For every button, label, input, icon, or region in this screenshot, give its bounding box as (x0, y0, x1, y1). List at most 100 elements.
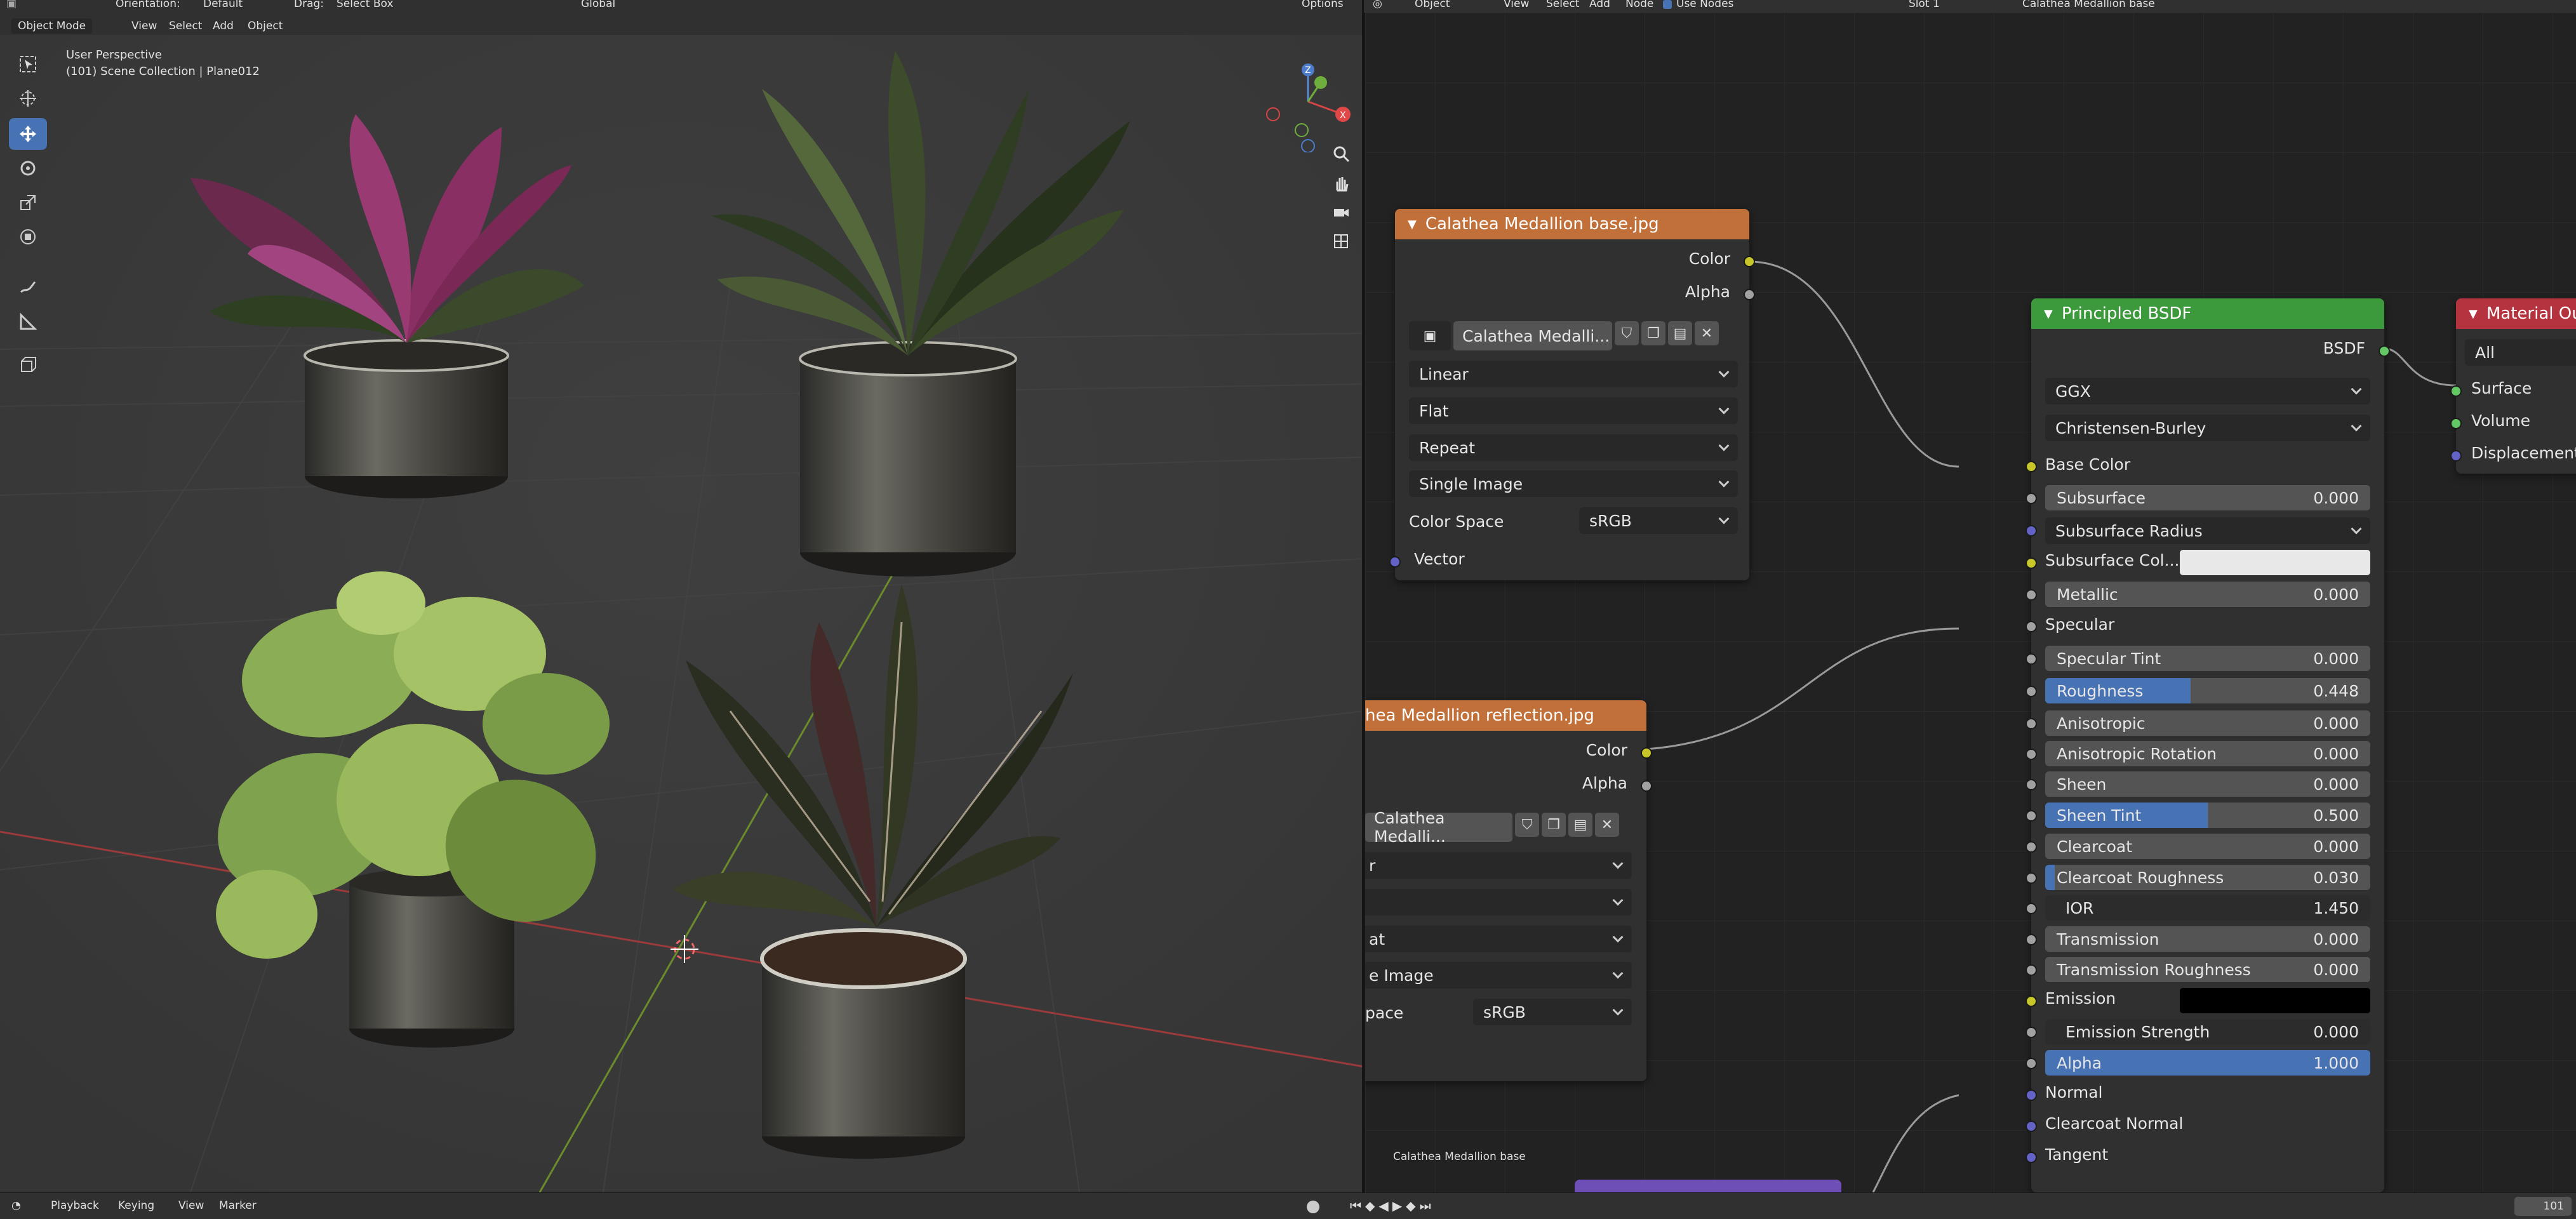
interpolation-dropdown[interactable]: r (1365, 852, 1632, 879)
input-anisotropic-rotation-socket[interactable] (2025, 749, 2037, 760)
navigation-gizmo[interactable]: X Z (1260, 44, 1356, 152)
color-space-dropdown[interactable]: sRGB (1579, 507, 1738, 534)
shader-node-editor[interactable]: ▼ Calathea Medallion base.jpg Color Alph… (1365, 13, 2576, 1192)
jump-key-forward-icon[interactable]: ◆ (1406, 1198, 1415, 1213)
menu-add[interactable]: Add (213, 20, 234, 32)
input-sheen-socket[interactable] (2025, 779, 2037, 790)
subsurface-radius-dropdown[interactable]: Subsurface Radius (2045, 517, 2370, 544)
image-texture-node-reflection[interactable]: hea Medallion reflection.jpg Color Alpha… (1365, 700, 1652, 1081)
camera-icon[interactable] (1327, 198, 1355, 226)
rotate-tool-icon[interactable] (9, 152, 47, 184)
projection-dropdown[interactable]: Flat (1409, 397, 1738, 424)
annotate-tool-icon[interactable] (9, 272, 47, 303)
menu-node[interactable]: Node (1625, 0, 1653, 10)
slot-dropdown[interactable]: Slot 1 (1909, 0, 1940, 10)
source-dropdown[interactable]: e Image (1365, 962, 1632, 989)
alpha-field[interactable]: Alpha 1.000 (2045, 1050, 2370, 1076)
output-alpha-socket[interactable] (1744, 289, 1755, 300)
move-tool-icon[interactable] (9, 118, 47, 150)
input-subsurface-radius-socket[interactable] (2025, 525, 2037, 536)
output-bsdf-socket[interactable] (2379, 345, 2390, 357)
menu-add[interactable]: Add (1589, 0, 1610, 10)
subsurface-method-dropdown[interactable]: Christensen-Burley (2045, 415, 2370, 441)
record-icon[interactable] (1307, 1201, 1319, 1213)
partial-node-header[interactable] (1575, 1180, 1841, 1192)
current-frame-field[interactable]: 101 (2514, 1197, 2572, 1216)
input-clearcoat-socket[interactable] (2025, 841, 2037, 853)
play-icon[interactable]: ▶ (1392, 1198, 1402, 1213)
input-subsurface-socket[interactable] (2025, 493, 2037, 504)
interpolation-dropdown[interactable]: Linear (1409, 361, 1738, 387)
emission-color-swatch[interactable] (2180, 988, 2370, 1013)
zoom-icon[interactable] (1327, 140, 1355, 168)
editor-type-icon[interactable]: ▣ (6, 0, 17, 10)
input-specular-tint-socket[interactable] (2025, 653, 2037, 665)
node-header[interactable]: ▼ Calathea Medallion base.jpg (1395, 209, 1749, 239)
specular-tint-field[interactable]: Specular Tint 0.000 (2045, 646, 2370, 671)
input-emission-strength-socket[interactable] (2025, 1027, 2037, 1038)
collapse-icon[interactable]: ▼ (1408, 218, 1417, 231)
transform-space-dropdown[interactable]: Global (581, 0, 615, 10)
sheen-field[interactable]: Sheen 0.000 (2045, 771, 2370, 797)
transform-tool-icon[interactable] (9, 221, 47, 253)
timeline-editor-icon[interactable]: ◔ (11, 1199, 21, 1212)
jump-start-icon[interactable]: ⏮ (1350, 1198, 1361, 1213)
duplicate-icon[interactable]: ❐ (1641, 321, 1665, 345)
jump-end-icon[interactable]: ⏭ (1420, 1198, 1431, 1213)
unlink-close-icon[interactable]: ✕ (1595, 813, 1619, 837)
output-color-socket[interactable] (1744, 256, 1755, 267)
subsurface-field[interactable]: Subsurface 0.000 (2045, 485, 2370, 510)
collapse-icon[interactable]: ▼ (2469, 307, 2478, 321)
menu-view[interactable]: View (1504, 0, 1529, 10)
3d-viewport[interactable]: User Perspective (101) Scene Collection … (0, 13, 1364, 1192)
use-nodes-checkbox[interactable] (1663, 0, 1672, 9)
clearcoat-roughness-field[interactable]: Clearcoat Roughness 0.030 (2045, 865, 2370, 890)
select-tool-icon[interactable] (9, 48, 47, 80)
play-reverse-icon[interactable]: ◀ (1378, 1198, 1388, 1213)
duplicate-icon[interactable]: ❐ (1542, 813, 1566, 837)
options-menu[interactable]: Options (1302, 0, 1344, 10)
image-browse-icon[interactable]: ▣ (1409, 321, 1451, 350)
image-name-field[interactable]: Calathea Medalli... (1365, 809, 1512, 846)
principled-bsdf-node[interactable]: ▼ Principled BSDF BSDF GGX Christensen-B… (2025, 298, 2390, 1192)
shader-type-dropdown[interactable]: Object (1415, 0, 1450, 10)
sheen-tint-field[interactable]: Sheen Tint 0.500 (2045, 803, 2370, 828)
menu-select[interactable]: Select (1546, 0, 1579, 10)
input-emission-socket[interactable] (2025, 996, 2037, 1007)
output-color-socket[interactable] (1641, 747, 1652, 759)
menu-view[interactable]: View (131, 20, 157, 32)
add-cube-tool-icon[interactable] (9, 349, 47, 381)
source-dropdown[interactable]: Single Image (1409, 470, 1738, 497)
input-volume-socket[interactable] (2450, 418, 2462, 429)
drag-dropdown[interactable]: Select Box (337, 0, 393, 10)
projection-dropdown[interactable] (1365, 889, 1632, 916)
menu-marker[interactable]: Marker (219, 1199, 257, 1212)
input-tangent-socket[interactable] (2025, 1152, 2037, 1163)
open-file-icon[interactable]: ▤ (1568, 813, 1592, 837)
extension-dropdown[interactable]: Repeat (1409, 434, 1738, 461)
anisotropic-field[interactable]: Anisotropic 0.000 (2045, 710, 2370, 736)
input-displacement-socket[interactable] (2450, 450, 2462, 462)
input-base-color-socket[interactable] (2025, 461, 2037, 472)
transmission-field[interactable]: Transmission 0.000 (2045, 926, 2370, 952)
metallic-field[interactable]: Metallic 0.000 (2045, 582, 2370, 607)
mode-dropdown[interactable]: Object Mode (11, 18, 93, 34)
input-transmission-socket[interactable] (2025, 934, 2037, 945)
input-sheen-tint-socket[interactable] (2025, 810, 2037, 822)
input-transmission-roughness-socket[interactable] (2025, 964, 2037, 976)
target-dropdown[interactable]: All (2465, 339, 2576, 366)
input-surface-socket[interactable] (2450, 385, 2462, 397)
node-header[interactable]: ▼ Principled BSDF (2031, 298, 2384, 329)
menu-select[interactable]: Select (169, 20, 202, 32)
material-name-field[interactable]: Calathea Medallion base (2022, 0, 2155, 10)
open-file-icon[interactable]: ▤ (1668, 321, 1692, 345)
input-clearcoat-roughness-socket[interactable] (2025, 872, 2037, 884)
fake-user-shield-icon[interactable]: ⛉ (1515, 813, 1539, 837)
editor-type-icon[interactable]: ◎ (1373, 0, 1382, 10)
material-output-node[interactable]: ▼ Material Ou All Surface Volume Displac… (2450, 298, 2576, 474)
menu-object[interactable]: Object (248, 20, 283, 32)
menu-playback[interactable]: Playback (51, 1199, 99, 1212)
unlink-close-icon[interactable]: ✕ (1695, 321, 1719, 345)
input-specular-socket[interactable] (2025, 621, 2037, 632)
input-ior-socket[interactable] (2025, 903, 2037, 914)
